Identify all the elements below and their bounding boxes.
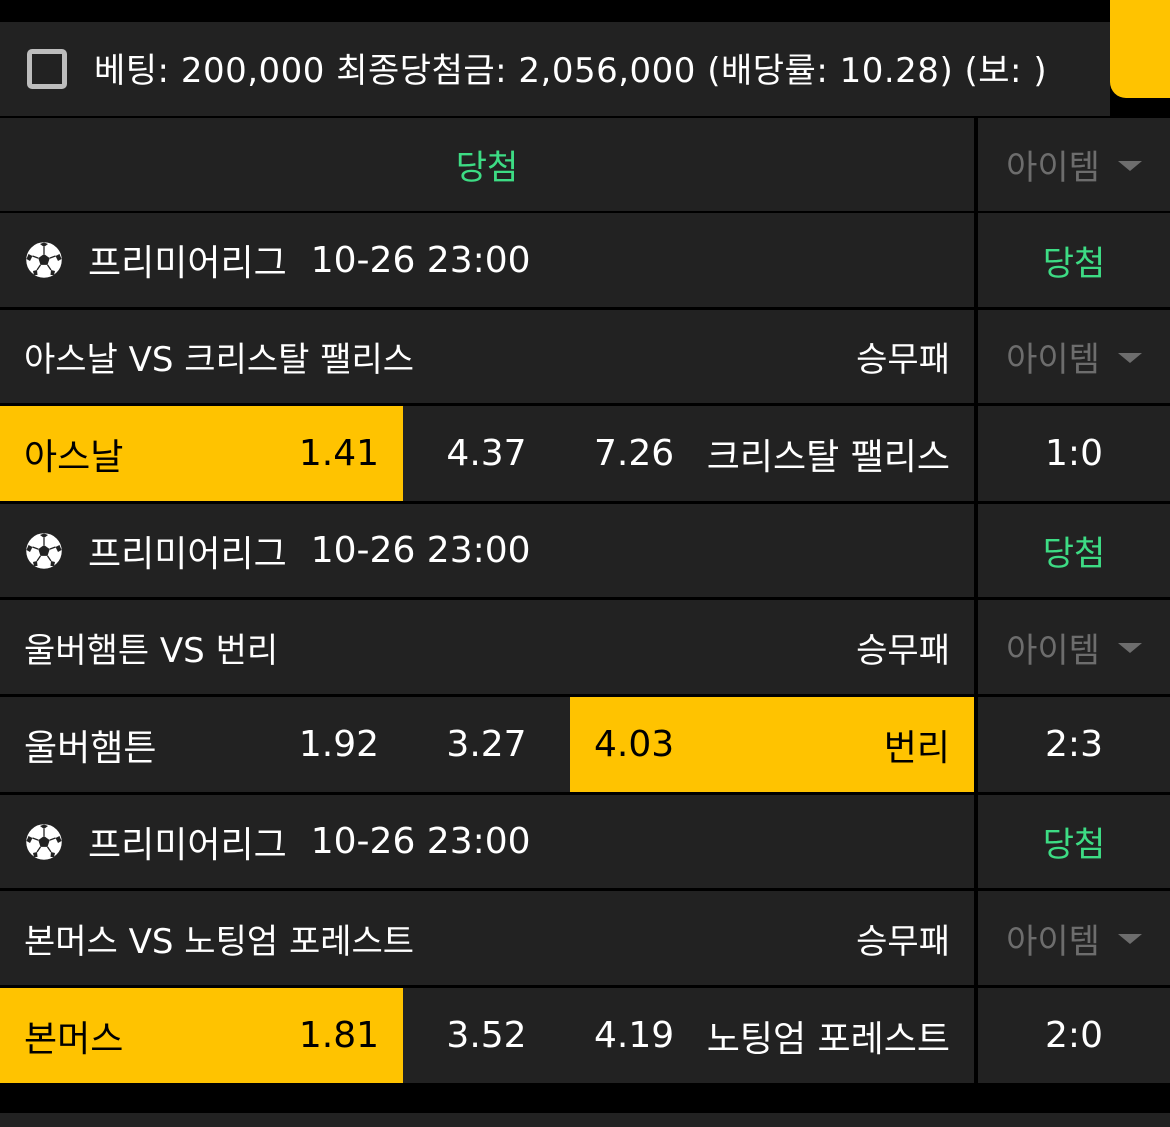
draw-option[interactable]: 4.37 <box>403 406 570 501</box>
match-title-row: 아스날 VS 크리스탈 팰리스 승무패 <box>0 310 974 403</box>
home-option[interactable]: 울버햄튼 1.92 <box>0 697 403 792</box>
league-row: 프리미어리그 10-26 23:00 <box>0 504 974 597</box>
match-result-status: 당첨 <box>978 795 1170 888</box>
match-title: 본머스 VS 노팅엄 포레스트 <box>24 921 415 962</box>
home-team: 본머스 <box>24 1018 124 1060</box>
soccer-ball-icon <box>24 822 64 861</box>
match-title: 아스날 VS 크리스탈 팰리스 <box>24 340 415 380</box>
bet-type: 승무패 <box>856 340 950 380</box>
away-option[interactable]: 7.26 크리스탈 팰리스 <box>570 406 974 501</box>
home-odds: 1.81 <box>298 1015 379 1056</box>
soccer-ball-icon <box>24 531 64 570</box>
item-dropdown[interactable]: 아이템 <box>978 891 1170 985</box>
home-odds: 1.92 <box>298 724 379 765</box>
soccer-ball-icon <box>24 240 64 280</box>
chevron-down-icon <box>1117 643 1142 653</box>
home-team: 울버햄튼 <box>24 727 157 769</box>
away-team: 크리스탈 팰리스 <box>706 436 950 478</box>
away-team: 노팅엄 포레스트 <box>706 1018 950 1060</box>
select-checkbox[interactable] <box>27 49 67 89</box>
home-option-selected[interactable]: 본머스 1.81 <box>0 988 403 1083</box>
home-option-selected[interactable]: 아스날 1.41 <box>0 406 403 501</box>
bet-type: 승무패 <box>856 921 950 962</box>
match-result-status: 당첨 <box>978 504 1170 597</box>
away-odds: 4.19 <box>594 1015 675 1056</box>
match-title-row: 본머스 VS 노팅엄 포레스트 승무패 <box>0 891 974 985</box>
home-odds: 1.41 <box>298 433 379 474</box>
match-score: 2:3 <box>978 697 1170 792</box>
match-title-row: 울버햄튼 VS 번리 승무패 <box>0 600 974 694</box>
draw-option[interactable]: 3.52 <box>403 988 570 1083</box>
item-dropdown-label: 아이템 <box>1006 921 1100 962</box>
league-name: 프리미어리그 <box>88 533 287 575</box>
side-tab[interactable] <box>1110 0 1170 98</box>
item-dropdown-label: 아이템 <box>1006 630 1100 671</box>
away-odds: 7.26 <box>594 433 675 474</box>
home-team: 아스날 <box>24 436 124 478</box>
league-row: 프리미어리그 10-26 23:00 <box>0 213 974 307</box>
match-datetime: 10-26 23:00 <box>310 239 531 281</box>
chevron-down-icon <box>1117 160 1142 171</box>
chevron-down-icon <box>1117 352 1142 363</box>
away-odds: 4.03 <box>594 724 675 765</box>
away-option[interactable]: 4.19 노팅엄 포레스트 <box>570 988 974 1083</box>
away-team: 번리 <box>883 727 950 769</box>
item-dropdown-header[interactable]: 아이템 <box>978 118 1170 211</box>
league-name: 프리미어리그 <box>88 243 287 284</box>
match-result-status: 당첨 <box>978 213 1170 307</box>
match-score: 1:0 <box>978 406 1170 501</box>
match-title: 울버햄튼 VS 번리 <box>24 630 279 671</box>
item-dropdown[interactable]: 아이템 <box>978 310 1170 403</box>
draw-option[interactable]: 3.27 <box>403 697 570 792</box>
overall-status: 당첨 <box>0 118 974 211</box>
next-card-edge <box>0 1113 1170 1127</box>
match-datetime: 10-26 23:00 <box>310 530 531 571</box>
item-dropdown[interactable]: 아이템 <box>978 600 1170 694</box>
match-datetime: 10-26 23:00 <box>310 821 531 862</box>
league-row: 프리미어리그 10-26 23:00 <box>0 795 974 888</box>
match-score: 2:0 <box>978 988 1170 1083</box>
bet-summary-text: 베팅: 200,000 최종당첨금: 2,056,000 (배당률: 10.28… <box>94 50 1048 91</box>
chevron-down-icon <box>1117 934 1142 944</box>
bet-type: 승무패 <box>856 630 950 671</box>
item-dropdown-label: 아이템 <box>1006 148 1100 188</box>
item-dropdown-label: 아이템 <box>1006 340 1100 380</box>
league-name: 프리미어리그 <box>88 824 287 866</box>
away-option-selected[interactable]: 4.03 번리 <box>570 697 974 792</box>
